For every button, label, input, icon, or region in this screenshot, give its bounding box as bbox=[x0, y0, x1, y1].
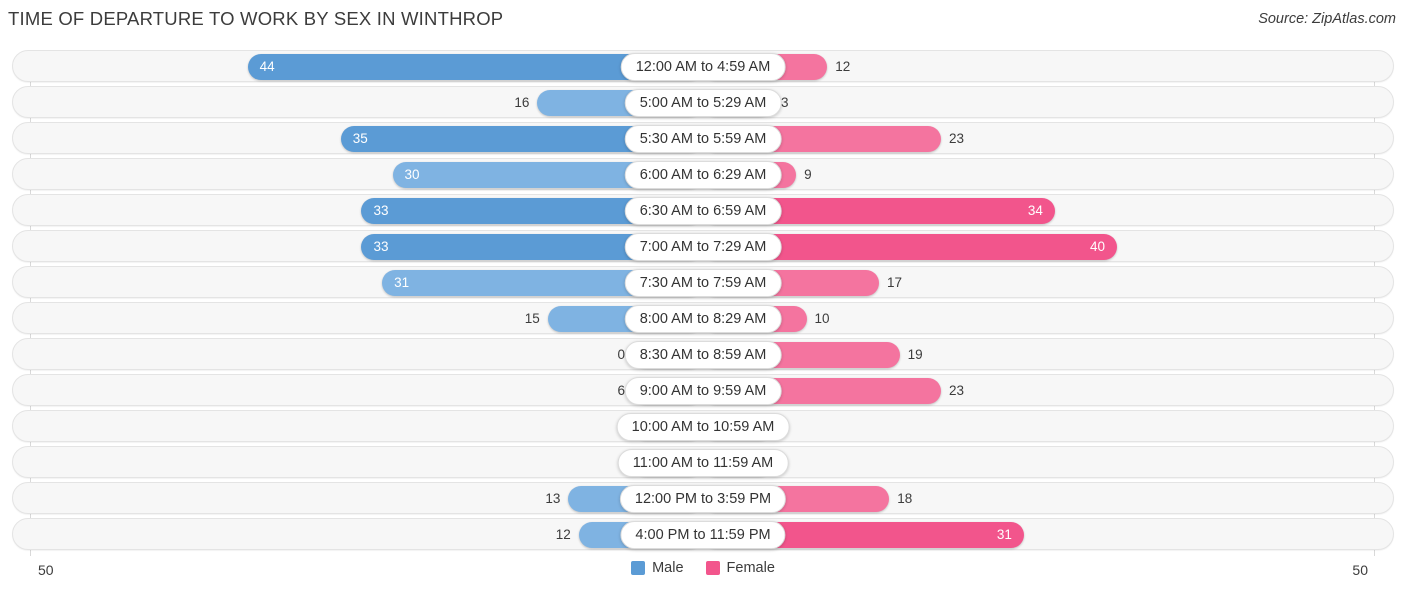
source-attribution: Source: ZipAtlas.com bbox=[1258, 11, 1396, 27]
bar-value-female: 40 bbox=[1089, 239, 1105, 254]
category-label: 9:00 AM to 9:59 AM bbox=[624, 377, 782, 405]
legend-item[interactable]: Female bbox=[705, 560, 775, 576]
table-row[interactable]: 6 23 9:00 AM to 9:59 AM bbox=[12, 374, 1394, 406]
bar-value-female: 34 bbox=[1027, 203, 1043, 218]
bar-value-male: 44 bbox=[259, 59, 275, 74]
bar-value-male: 31 bbox=[394, 275, 410, 290]
table-row[interactable]: 13 18 12:00 PM to 3:59 PM bbox=[12, 482, 1394, 514]
bar-value-female: 9 bbox=[804, 167, 812, 182]
category-label: 12:00 AM to 4:59 AM bbox=[620, 53, 786, 81]
category-label: 11:00 AM to 11:59 AM bbox=[617, 449, 789, 477]
bar-value-male: 12 bbox=[555, 527, 571, 542]
table-row[interactable]: 33 40 7:00 AM to 7:29 AM bbox=[12, 230, 1394, 262]
bar-value-male: 16 bbox=[514, 95, 530, 110]
bar-value-male: 35 bbox=[352, 131, 368, 146]
table-row[interactable]: 33 34 6:30 AM to 6:59 AM bbox=[12, 194, 1394, 226]
category-label: 6:30 AM to 6:59 AM bbox=[624, 197, 782, 225]
table-row[interactable]: 0 19 8:30 AM to 8:59 AM bbox=[12, 338, 1394, 370]
category-label: 4:00 PM to 11:59 PM bbox=[620, 521, 786, 549]
category-label: 7:00 AM to 7:29 AM bbox=[624, 233, 782, 261]
bar-value-female: 23 bbox=[949, 383, 965, 398]
category-label: 5:30 AM to 5:59 AM bbox=[624, 125, 782, 153]
chart-page: TIME OF DEPARTURE TO WORK BY SEX IN WINT… bbox=[0, 0, 1406, 594]
table-row[interactable]: 31 12 4:00 PM to 11:59 PM bbox=[12, 518, 1394, 550]
legend-item[interactable]: Male bbox=[631, 560, 684, 576]
table-row[interactable]: 44 12 12:00 AM to 4:59 AM bbox=[12, 50, 1394, 82]
table-row[interactable]: 31 17 7:30 AM to 7:59 AM bbox=[12, 266, 1394, 298]
bar-value-male: 33 bbox=[373, 239, 389, 254]
category-label: 7:30 AM to 7:59 AM bbox=[624, 269, 782, 297]
bar-value-male: 15 bbox=[524, 311, 540, 326]
category-label: 12:00 PM to 3:59 PM bbox=[619, 485, 787, 513]
bar-value-male: 30 bbox=[404, 167, 420, 182]
legend-swatch-icon bbox=[705, 561, 720, 575]
legend-label: Female bbox=[726, 560, 775, 576]
bar-rows-container: 44 12 12:00 AM to 4:59 AM 16 3 5:00 AM to 5:2… bbox=[12, 50, 1394, 556]
bar-value-male: 13 bbox=[545, 491, 561, 506]
bar-value-female: 31 bbox=[996, 527, 1012, 542]
table-row[interactable]: 35 23 5:30 AM to 5:59 AM bbox=[12, 122, 1394, 154]
bar-value-female: 18 bbox=[897, 491, 913, 506]
table-row[interactable]: 16 3 5:00 AM to 5:29 AM bbox=[12, 86, 1394, 118]
bar-value-female: 3 bbox=[781, 95, 789, 110]
category-label: 8:00 AM to 8:29 AM bbox=[624, 305, 782, 333]
bar-value-female: 17 bbox=[886, 275, 902, 290]
table-row[interactable]: 30 9 6:00 AM to 6:29 AM bbox=[12, 158, 1394, 190]
plot-area: 44 12 12:00 AM to 4:59 AM 16 3 5:00 AM to 5:2… bbox=[12, 50, 1394, 556]
category-label: 6:00 AM to 6:29 AM bbox=[624, 161, 782, 189]
bar-value-female: 10 bbox=[814, 311, 830, 326]
legend-label: Male bbox=[652, 560, 684, 576]
bar-value-female: 23 bbox=[949, 131, 965, 146]
bar-value-female: 12 bbox=[835, 59, 851, 74]
category-label: 10:00 AM to 10:59 AM bbox=[616, 413, 790, 441]
chart-legend: Male Female bbox=[0, 560, 1406, 576]
page-title: TIME OF DEPARTURE TO WORK BY SEX IN WINT… bbox=[8, 8, 504, 29]
table-row[interactable]: 15 10 8:00 AM to 8:29 AM bbox=[12, 302, 1394, 334]
bar-value-female: 19 bbox=[907, 347, 923, 362]
category-label: 5:00 AM to 5:29 AM bbox=[624, 89, 782, 117]
table-row[interactable]: 0511:00 AM to 11:59 AM bbox=[12, 446, 1394, 478]
legend-swatch-icon bbox=[631, 561, 646, 575]
category-label: 8:30 AM to 8:59 AM bbox=[624, 341, 782, 369]
bar-value-male: 33 bbox=[373, 203, 389, 218]
table-row[interactable]: 0010:00 AM to 10:59 AM bbox=[12, 410, 1394, 442]
